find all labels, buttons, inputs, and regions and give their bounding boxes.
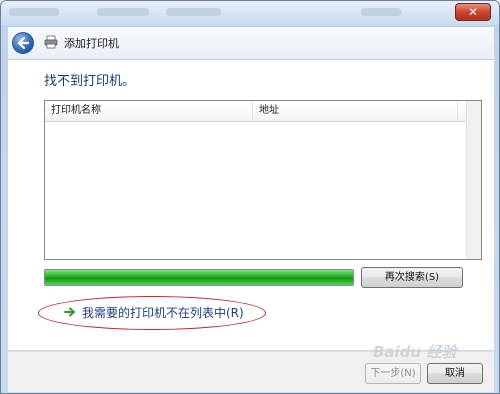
search-progress-bar <box>44 269 354 286</box>
cancel-button[interactable]: 取消 <box>427 363 483 384</box>
watermark-logo: Baidu 经验 <box>373 343 457 361</box>
list-scrollbar[interactable] <box>466 101 481 259</box>
column-header-address[interactable]: 地址 <box>253 101 458 120</box>
wizard-header: 添加打印机 <box>8 27 494 60</box>
column-header-printer-name[interactable]: 打印机名称 <box>45 101 253 120</box>
blurred-breadcrumb <box>166 8 221 16</box>
titlebar: ✕ <box>1 1 499 25</box>
page-heading: 找不到打印机。 <box>44 74 136 89</box>
green-arrow-icon <box>64 307 75 317</box>
back-arrow-icon <box>17 36 30 50</box>
printer-icon <box>44 35 58 49</box>
wizard-content: 找不到打印机。 打印机名称 地址 再次搜索(S) 我需要的打印机不在列表中(R) <box>8 60 494 350</box>
progress-fill <box>45 270 353 285</box>
close-button[interactable]: ✕ <box>455 3 491 21</box>
blurred-breadcrumb <box>9 8 59 16</box>
add-printer-window: ✕ 添加打印机 找不到打印机。 打印机名称 地址 再次搜索(S) 我需要的打印机… <box>0 0 500 394</box>
list-header: 打印机名称 地址 <box>45 101 481 122</box>
search-again-button[interactable]: 再次搜索(S) <box>361 267 463 288</box>
window-title: 添加打印机 <box>64 37 119 50</box>
blurred-breadcrumb <box>97 8 149 16</box>
back-button[interactable] <box>12 32 34 54</box>
next-button[interactable]: 下一步(N) <box>365 363 421 384</box>
blurred-search <box>361 8 401 16</box>
printer-list[interactable]: 打印机名称 地址 <box>44 100 482 260</box>
printer-not-listed-link[interactable]: 我需要的打印机不在列表中(R) <box>82 304 244 321</box>
